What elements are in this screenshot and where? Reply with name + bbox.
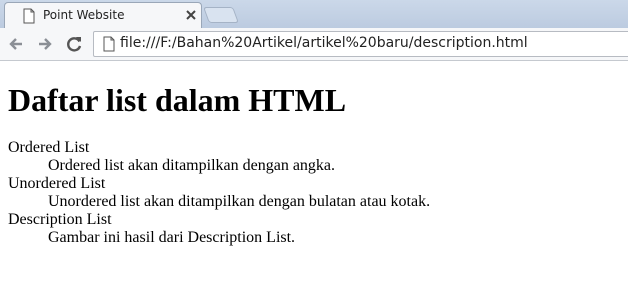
- url-text[interactable]: file:///F:/Bahan%20Artikel/artikel%20bar…: [120, 35, 528, 51]
- forward-arrow-icon[interactable]: [35, 34, 55, 54]
- browser-window: Point Website file:///F:/Bahan%20Artikel…: [0, 0, 628, 306]
- page-icon: [103, 36, 115, 52]
- page-content: Daftar list dalam HTML Ordered List Orde…: [8, 61, 620, 247]
- toolbar: file:///F:/Bahan%20Artikel/artikel%20bar…: [0, 28, 628, 61]
- address-bar[interactable]: file:///F:/Bahan%20Artikel/artikel%20bar…: [93, 31, 628, 57]
- list-description: Unordered list akan ditampilkan dengan b…: [48, 193, 431, 210]
- tab-title: Point Website: [43, 8, 125, 22]
- list-term: Unordered List: [8, 175, 106, 192]
- tab-strip: Point Website: [0, 0, 628, 28]
- list-term: Description List: [8, 211, 112, 228]
- close-icon[interactable]: [185, 9, 197, 21]
- reload-icon[interactable]: [64, 34, 84, 54]
- description-list: Ordered List Ordered list akan ditampilk…: [8, 139, 620, 247]
- page-heading: Daftar list dalam HTML: [8, 82, 347, 118]
- back-arrow-icon[interactable]: [6, 34, 26, 54]
- new-tab-button[interactable]: [203, 7, 239, 23]
- page-icon: [23, 8, 35, 24]
- list-description: Ordered list akan ditampilkan dengan ang…: [48, 157, 336, 174]
- list-description: Gambar ini hasil dari Description List.: [48, 229, 296, 246]
- list-term: Ordered List: [8, 139, 90, 156]
- browser-tab[interactable]: Point Website: [4, 2, 202, 28]
